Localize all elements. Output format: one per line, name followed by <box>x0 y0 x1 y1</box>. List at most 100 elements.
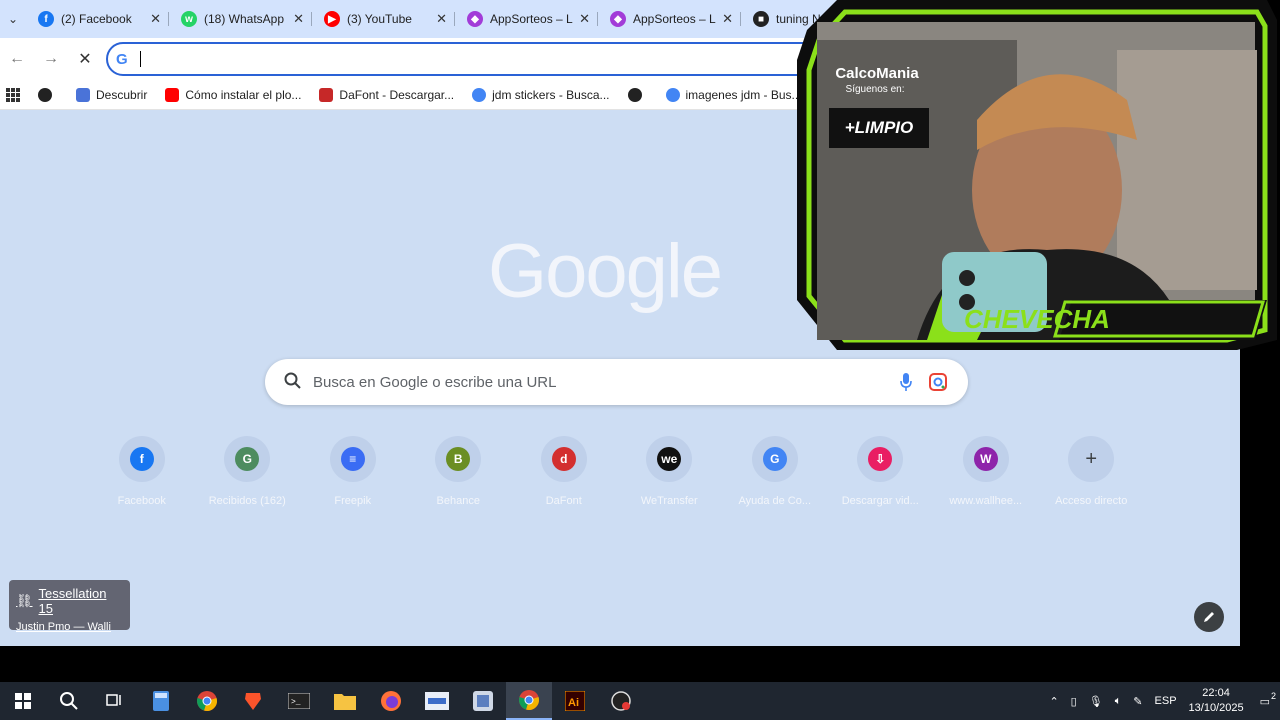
firefox-icon[interactable] <box>368 682 414 720</box>
microphone-icon[interactable] <box>899 372 913 392</box>
streamer-name: CHEVECHA <box>964 304 1110 334</box>
shortcut-tile[interactable]: G Recibidos (162) <box>195 436 301 507</box>
screen: ⌄ f (2) Facebook ✕ w (18) WhatsApp ✕ ▶ (3) YouT… <box>0 0 1280 720</box>
globe-icon <box>38 87 52 102</box>
tab-title: (18) WhatsApp <box>204 12 285 26</box>
shortcut-icon: G <box>224 436 271 482</box>
customize-pencil-icon[interactable] <box>1194 602 1224 632</box>
close-tab-icon[interactable]: ✕ <box>579 11 590 27</box>
close-tab-icon[interactable]: ✕ <box>293 11 304 27</box>
illustrator-icon[interactable]: Ai <box>552 682 598 720</box>
shortcut-icon: + <box>1068 436 1115 482</box>
shortcut-glyph: f <box>129 447 154 471</box>
microphone-icon[interactable]: 🎙︎ <box>1089 695 1103 708</box>
pen-icon[interactable]: ✎ <box>1133 695 1142 708</box>
volume-icon[interactable]: 🔈︎ <box>1115 695 1122 708</box>
wallpaper-attribution[interactable]: ⛓ Tessellation 15 Justin Pmo — Walli <box>9 580 130 633</box>
browser-tab[interactable]: ◆ AppSorteos – L ✕ <box>455 0 598 38</box>
shortcut-tile[interactable]: B Behance <box>406 436 512 507</box>
forward-icon[interactable]: → <box>34 50 68 68</box>
shortcut-icon: f <box>118 436 165 482</box>
browser-tab[interactable]: w (18) WhatsApp ✕ <box>169 0 312 38</box>
close-tab-icon[interactable]: ✕ <box>150 11 161 27</box>
bookmark-item[interactable]: Descubrir <box>76 87 148 102</box>
shortcut-glyph: G <box>235 447 260 471</box>
usb-icon[interactable]: ▯ <box>1071 695 1077 708</box>
link-icon: ⛓ <box>16 593 33 608</box>
shortcut-label: Ayuda de Co... <box>738 495 812 507</box>
browser-tab[interactable]: ▶ (3) YouTube ✕ <box>312 0 455 38</box>
close-tab-icon[interactable]: ✕ <box>436 11 447 27</box>
chrome-icon[interactable] <box>184 682 230 720</box>
search-input[interactable] <box>313 367 873 397</box>
shortcut-label: Freepik <box>334 495 372 507</box>
shortcut-icon: B <box>435 436 482 482</box>
bookmark-label: imagenes jdm - Bus... <box>685 87 802 102</box>
address-bar[interactable]: G <box>106 42 866 76</box>
shortcut-tile[interactable]: + Acceso directo <box>1039 436 1145 507</box>
shortcut-tile[interactable]: ⇩ Descargar vid... <box>828 436 934 507</box>
shortcut-tile[interactable]: Wwww.wallhee... <box>933 436 1039 507</box>
close-tab-icon[interactable]: ✕ <box>722 11 733 27</box>
bookmark-item[interactable] <box>627 87 648 102</box>
bookmark-item[interactable]: DaFont - Descargar... <box>319 87 454 102</box>
shortcut-tile[interactable]: f Facebook <box>89 436 195 507</box>
bookmark-label: Descubrir <box>96 87 148 102</box>
file-explorer-icon[interactable] <box>322 682 368 720</box>
shortcut-glyph: + <box>1085 447 1098 470</box>
google-icon: G <box>116 50 128 68</box>
wallpaper-author[interactable]: Justin Pmo — Walli <box>16 621 123 633</box>
bookmark-label: jdm stickers - Busca... <box>492 87 610 102</box>
browser-tab[interactable]: ◆ AppSorteos – L ✕ <box>598 0 741 38</box>
design-app-icon[interactable] <box>460 682 506 720</box>
task-view-icon[interactable] <box>92 682 138 720</box>
app-icon[interactable] <box>414 682 460 720</box>
shortcut-icon: W <box>962 436 1009 482</box>
brand-logo: CalcoMania <box>835 65 919 82</box>
shortcut-tile[interactable]: G Ayuda de Co... <box>722 436 828 507</box>
wallpaper-title[interactable]: Tessellation 15 <box>39 586 123 616</box>
shortcut-tile[interactable]: d DaFont <box>511 436 617 507</box>
shortcut-label: www.wallhee... <box>949 495 1023 507</box>
notification-count: 2 <box>1270 690 1276 701</box>
stop-loading-icon[interactable]: ✕ <box>68 49 102 69</box>
shortcut-label: Descargar vid... <box>841 495 919 507</box>
tab-title: AppSorteos – L <box>490 12 573 26</box>
apps-icon[interactable] <box>6 87 20 102</box>
shortcut-tile[interactable]: we WeTransfer <box>617 436 723 507</box>
bookmark-item[interactable]: jdm stickers - Busca... <box>472 87 610 102</box>
terminal-icon[interactable]: >_ <box>276 682 322 720</box>
bookmark-item[interactable]: Cómo instalar el plo... <box>165 87 301 102</box>
shortcut-icon: d <box>540 436 587 482</box>
tab-title: (2) Facebook <box>61 12 132 26</box>
calculator-icon[interactable] <box>138 682 184 720</box>
obs-icon[interactable] <box>598 682 644 720</box>
time: 22:04 <box>1202 687 1230 699</box>
search-box[interactable] <box>265 359 968 405</box>
chrome-active-icon[interactable] <box>506 682 552 720</box>
shortcut-label: Facebook <box>117 495 166 507</box>
search-icon[interactable] <box>46 682 92 720</box>
shortcut-glyph: ≡ <box>340 447 365 471</box>
notifications-icon[interactable]: ▭ 2 <box>1260 691 1276 708</box>
bookmark-item[interactable] <box>38 87 58 102</box>
shortcut-glyph: W <box>973 447 998 471</box>
shortcut-tile[interactable]: ≡ Freepik <box>300 436 406 507</box>
shortcut-label: Acceso directo <box>1055 495 1128 507</box>
shortcuts-grid: f Facebook G Recibidos (162) ≡ Freepik B Behanc… <box>89 436 1144 507</box>
globe-icon <box>627 87 642 102</box>
tab-title: AppSorteos – L <box>633 12 716 26</box>
clock[interactable]: 22:04 13/10/2025 <box>1189 686 1244 716</box>
shortcut-icon: ⇩ <box>857 436 904 482</box>
tab-favicon-icon: w <box>181 11 197 27</box>
tab-title: (3) YouTube <box>347 12 412 26</box>
windows-start-icon[interactable] <box>0 682 46 720</box>
language-indicator[interactable]: ESP <box>1155 695 1177 707</box>
browser-tab[interactable]: f (2) Facebook ✕ <box>26 0 169 38</box>
brave-icon[interactable] <box>230 682 276 720</box>
back-icon[interactable]: ← <box>0 50 34 68</box>
tab-search-icon[interactable]: ⌄ <box>0 6 26 32</box>
google-lens-icon[interactable] <box>928 372 948 392</box>
bookmark-item[interactable]: imagenes jdm - Bus... <box>665 87 802 102</box>
chevron-up-icon[interactable]: ⌃ <box>1049 695 1058 708</box>
